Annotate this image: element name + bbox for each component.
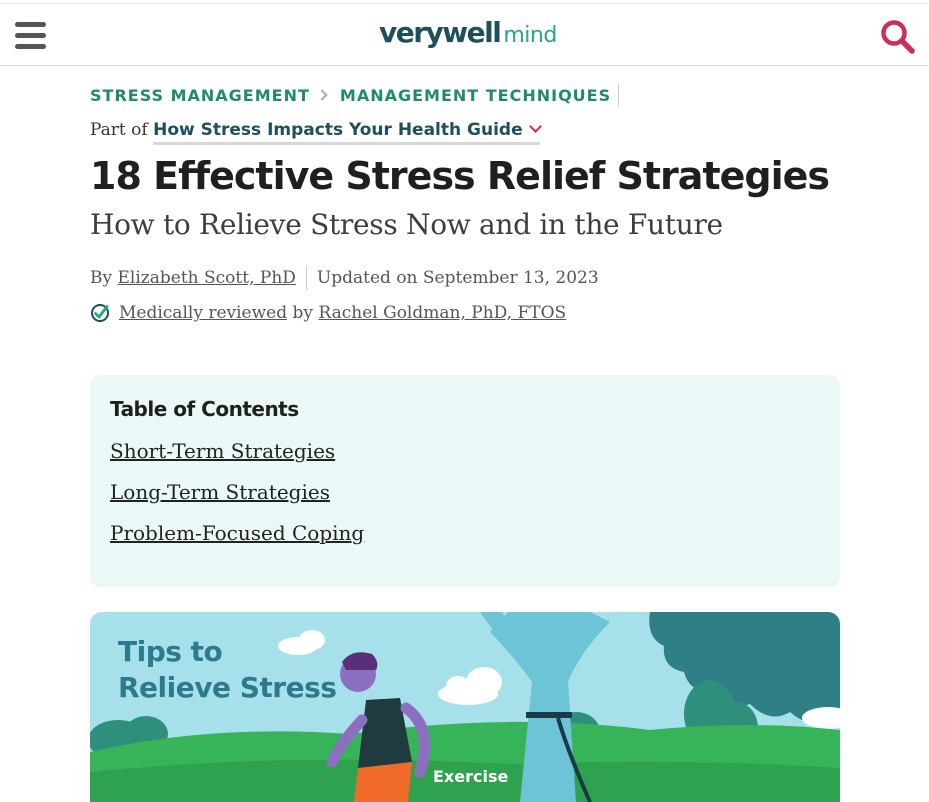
by-label: By <box>90 268 113 288</box>
hero-title: Tips to Relieve Stress <box>118 634 337 706</box>
logo-main-text: verywell <box>379 16 502 49</box>
author-link[interactable]: Elizabeth Scott, PhD <box>118 268 296 288</box>
medical-review: Medically reviewed by Rachel Goldman, Ph… <box>90 303 566 323</box>
article-subtitle: How to Relieve Stress Now and in the Fut… <box>90 208 723 241</box>
chevron-down-icon[interactable] <box>528 120 542 133</box>
hero-title-line-1: Tips to <box>118 635 223 668</box>
updated-date: Updated on September 13, 2023 <box>316 268 599 288</box>
search-icon[interactable] <box>879 18 917 56</box>
site-header: verywell mind <box>0 3 929 66</box>
reviewer-link[interactable]: Rachel Goldman, PhD, FTOS <box>318 303 566 323</box>
logo-sub-text: mind <box>503 23 557 48</box>
breadcrumb-management-techniques[interactable]: MANAGEMENT TECHNIQUES <box>340 86 611 105</box>
toc-title: Table of Contents <box>110 397 299 421</box>
guide-link[interactable]: How Stress Impacts Your Health Guide <box>153 120 542 145</box>
guide-link-text: How Stress Impacts Your Health Guide <box>153 120 523 140</box>
medically-reviewed-link[interactable]: Medically reviewed <box>119 303 287 323</box>
breadcrumb-divider <box>618 83 620 107</box>
table-of-contents: Table of Contents Short-Term Strategies … <box>90 375 840 587</box>
hero-illustration: Tips to Relieve Stress Exercise <box>90 612 840 802</box>
guide-line: Part of How Stress Impacts Your Health G… <box>90 120 542 145</box>
hero-title-line-2: Relieve Stress <box>118 671 337 704</box>
check-badge-icon <box>91 304 109 322</box>
byline-divider <box>305 266 307 290</box>
toc-link-short-term[interactable]: Short-Term Strategies <box>110 439 820 463</box>
article-title: 18 Effective Stress Relief Strategies <box>90 154 830 198</box>
toc-link-long-term[interactable]: Long-Term Strategies <box>110 480 820 504</box>
hamburger-menu-icon[interactable] <box>15 22 48 50</box>
site-logo[interactable]: verywell mind <box>379 16 557 56</box>
breadcrumb: STRESS MANAGEMENT MANAGEMENT TECHNIQUES <box>90 83 620 107</box>
byline: By Elizabeth Scott, PhD Updated on Septe… <box>90 266 599 290</box>
chevron-right-icon <box>316 89 328 101</box>
hero-label: Exercise <box>433 767 509 786</box>
breadcrumb-stress-management[interactable]: STRESS MANAGEMENT <box>90 86 310 105</box>
reviewed-by-label: by <box>292 303 314 323</box>
toc-link-problem-focused[interactable]: Problem-Focused Coping <box>110 521 820 545</box>
guide-prefix: Part of <box>90 120 148 140</box>
